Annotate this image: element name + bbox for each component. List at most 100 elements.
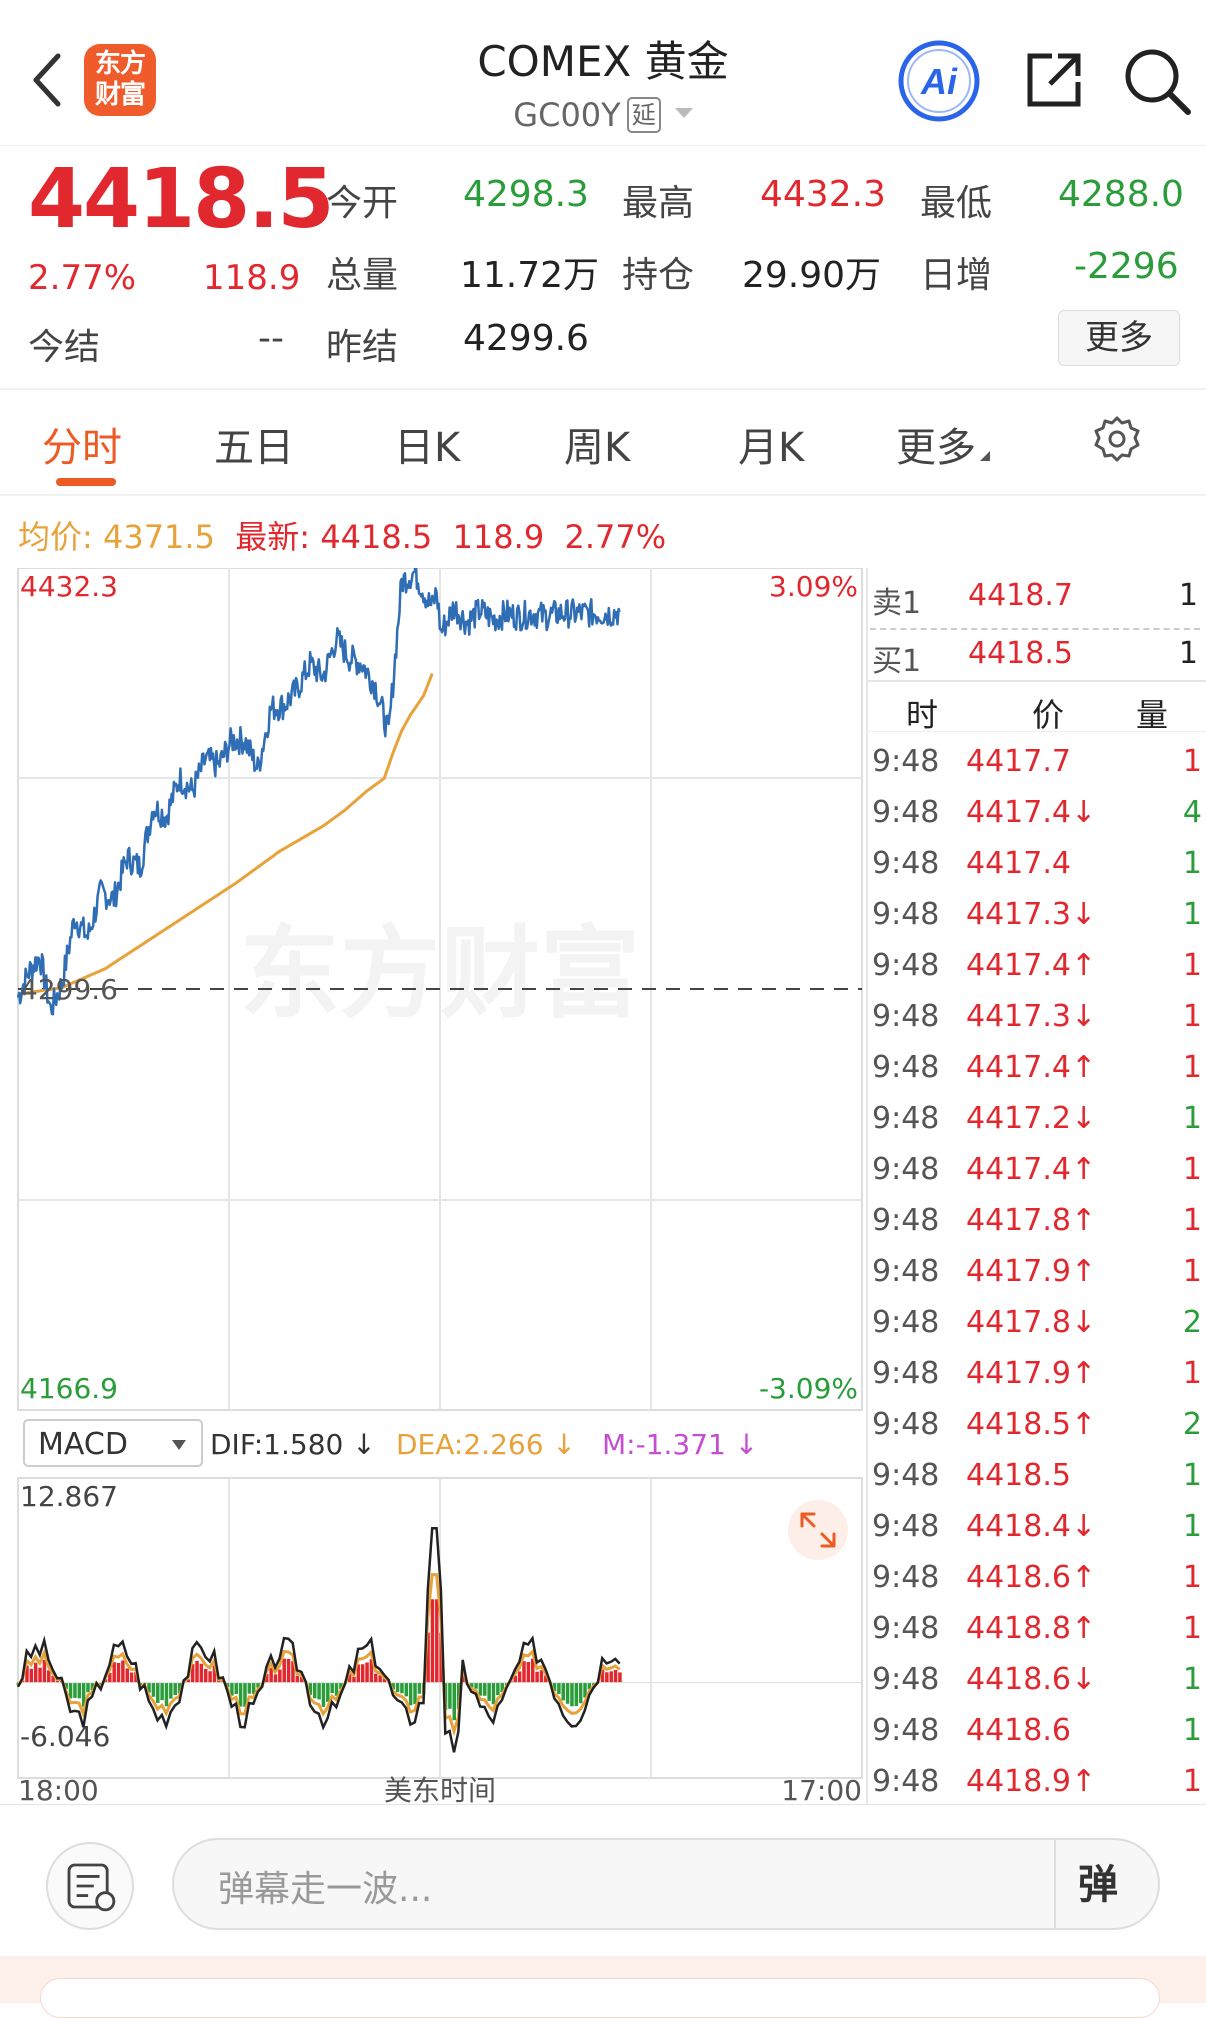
macd-bar bbox=[112, 1662, 116, 1682]
prev-settle-label: 昨结 bbox=[326, 318, 398, 370]
trade-volume: 1 bbox=[1183, 1764, 1202, 1799]
macd-bar bbox=[248, 1683, 252, 1694]
trade-price: 4418.8↑ bbox=[966, 1611, 1096, 1646]
macd-bar bbox=[208, 1671, 212, 1682]
trade-time: 9:48 bbox=[872, 1509, 939, 1544]
tab-weekly-k[interactable]: 周K bbox=[564, 415, 630, 473]
macd-bar bbox=[235, 1683, 239, 1694]
volume-label: 总量 bbox=[326, 246, 398, 298]
trade-volume: 1 bbox=[1183, 1356, 1202, 1391]
trade-price: 4417.3↓ bbox=[966, 999, 1096, 1034]
macd-bar bbox=[527, 1662, 531, 1683]
trade-row: 9:484418.5↑2 bbox=[872, 1407, 1202, 1447]
bid-volume: 1 bbox=[1179, 636, 1198, 671]
danmu-toggle-button[interactable]: 弹 bbox=[1078, 1852, 1118, 1910]
macd-bar bbox=[605, 1672, 609, 1682]
last-price: 4418.5 bbox=[28, 152, 332, 247]
trade-row: 9:484417.8↓2 bbox=[872, 1305, 1202, 1345]
more-button[interactable]: 更多 bbox=[1058, 310, 1180, 366]
trade-row: 9:484418.6↓1 bbox=[872, 1662, 1202, 1702]
macd-bar bbox=[570, 1683, 574, 1707]
macd-bar bbox=[165, 1683, 169, 1707]
trade-row: 9:484417.3↓1 bbox=[872, 897, 1202, 937]
trade-volume: 1 bbox=[1183, 1611, 1202, 1646]
settle-label: 今结 bbox=[28, 318, 100, 370]
macd-bar bbox=[474, 1683, 478, 1689]
bid-price: 4418.5 bbox=[968, 636, 1073, 671]
macd-bar bbox=[296, 1676, 300, 1683]
avg-price-value: 4371.5 bbox=[103, 518, 215, 556]
low-value: 4288.0 bbox=[1058, 174, 1184, 215]
low-label: 最低 bbox=[920, 174, 992, 226]
trade-price: 4417.9↑ bbox=[966, 1356, 1096, 1391]
trade-volume: 1 bbox=[1183, 897, 1202, 932]
last-price-label: 最新: bbox=[235, 518, 310, 556]
macd-bar bbox=[287, 1659, 291, 1683]
trade-row: 9:484418.51 bbox=[872, 1458, 1202, 1498]
macd-selector-label: MACD bbox=[38, 1427, 128, 1462]
tab-five-day[interactable]: 五日 bbox=[214, 415, 294, 473]
macd-bar bbox=[313, 1683, 317, 1699]
trade-time: 9:48 bbox=[872, 999, 939, 1034]
expand-icon[interactable] bbox=[788, 1500, 848, 1560]
open-label: 今开 bbox=[326, 174, 398, 226]
comment-list-icon[interactable] bbox=[46, 1842, 134, 1930]
app-logo[interactable]: 东方财富 bbox=[84, 44, 156, 116]
tab-monthly-k[interactable]: 月K bbox=[738, 415, 804, 473]
trade-time: 9:48 bbox=[872, 846, 939, 881]
macd-bar bbox=[487, 1683, 491, 1701]
trade-time: 9:48 bbox=[872, 1560, 939, 1595]
macd-bar bbox=[365, 1662, 369, 1682]
instrument-code-selector[interactable]: GC00Y延 bbox=[300, 96, 906, 134]
trade-price: 4417.4↓ bbox=[966, 795, 1096, 830]
pct-axis-top: 3.09% bbox=[769, 570, 858, 603]
trade-time: 9:48 bbox=[872, 1356, 939, 1391]
trade-volume: 1 bbox=[1183, 1152, 1202, 1187]
delay-tag: 延 bbox=[627, 97, 661, 133]
macd-bar bbox=[435, 1599, 439, 1682]
high-label: 最高 bbox=[622, 174, 694, 226]
ask-label: 卖1 bbox=[872, 578, 921, 622]
trade-row: 9:484417.3↓1 bbox=[872, 999, 1202, 1039]
trade-volume: 1 bbox=[1183, 1101, 1202, 1136]
macd-bar bbox=[557, 1683, 561, 1694]
macd-bar bbox=[274, 1674, 278, 1682]
trade-row: 9:484417.8↑1 bbox=[872, 1203, 1202, 1243]
search-icon[interactable] bbox=[1122, 46, 1192, 116]
back-arrow-icon[interactable] bbox=[28, 50, 68, 110]
last-price-value: 4418.5 bbox=[320, 518, 432, 556]
trade-price: 4417.3↓ bbox=[966, 897, 1096, 932]
change-percent: 2.77% bbox=[28, 258, 136, 298]
macd-bar bbox=[160, 1683, 164, 1700]
macd-bar bbox=[618, 1672, 622, 1682]
trade-price: 4417.2↓ bbox=[966, 1101, 1096, 1136]
tab-daily-k[interactable]: 日K bbox=[394, 415, 460, 473]
change-amount: 118.9 bbox=[203, 258, 300, 298]
macd-bar bbox=[269, 1668, 273, 1683]
corner-triangle-icon bbox=[980, 451, 990, 461]
share-icon[interactable] bbox=[1022, 48, 1086, 112]
trades-header: 时 价 量 bbox=[866, 686, 1206, 732]
trade-price: 4418.5 bbox=[966, 1458, 1071, 1493]
trade-price: 4417.4↑ bbox=[966, 1050, 1096, 1085]
trade-time: 9:48 bbox=[872, 1407, 939, 1442]
tab-more[interactable]: 更多 bbox=[896, 415, 990, 473]
ask-volume: 1 bbox=[1179, 578, 1198, 613]
macd-bar bbox=[431, 1599, 435, 1682]
gear-icon[interactable] bbox=[1092, 414, 1142, 464]
macd-bar bbox=[562, 1683, 566, 1701]
trade-price: 4418.4↓ bbox=[966, 1509, 1096, 1544]
ai-icon[interactable]: Ai bbox=[896, 38, 982, 124]
tab-intraday[interactable]: 分时 bbox=[42, 415, 122, 473]
divider bbox=[870, 628, 1200, 630]
intraday-chart[interactable]: 东方财富 4432.3 4166.9 4299.6 3.09% -3.09% M… bbox=[0, 568, 866, 1804]
trade-price: 4417.8↑ bbox=[966, 1203, 1096, 1238]
trade-time: 9:48 bbox=[872, 1662, 939, 1697]
trade-row: 9:484417.41 bbox=[872, 846, 1202, 886]
trade-row: 9:484417.2↓1 bbox=[872, 1101, 1202, 1141]
macd-bar bbox=[579, 1683, 583, 1704]
macd-bar bbox=[38, 1668, 42, 1683]
macd-bar bbox=[239, 1683, 243, 1707]
page-title: COMEX 黄金 bbox=[300, 28, 906, 89]
trade-volume: 1 bbox=[1183, 1662, 1202, 1697]
